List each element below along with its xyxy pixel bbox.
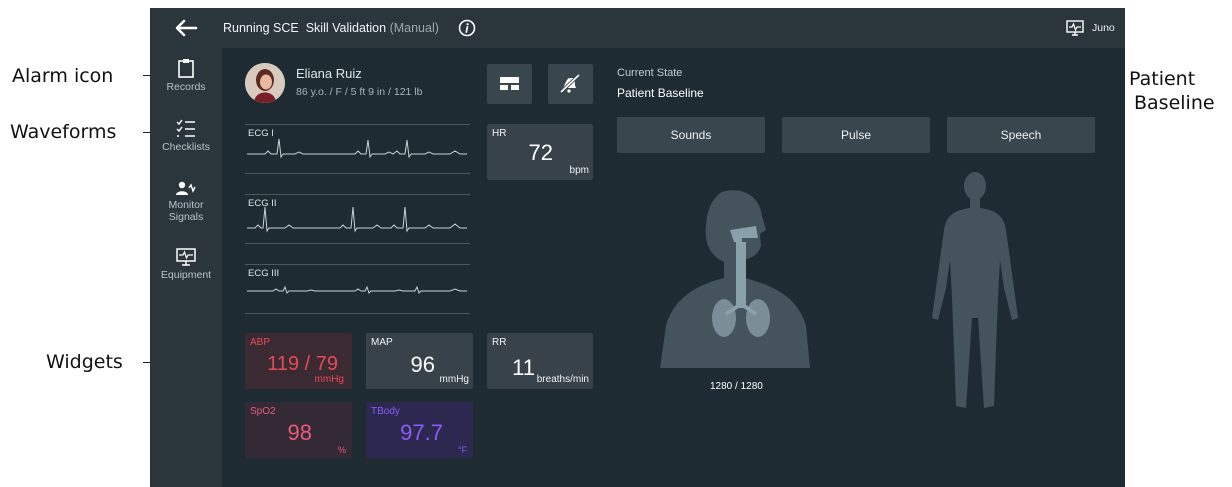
breadcrumb: Running SCE Skill Validation (Manual) xyxy=(223,21,439,35)
scenario-run-title: Running SCE xyxy=(223,21,299,35)
alarm-off-icon xyxy=(559,73,581,94)
sidebar-item-monitor-signals[interactable]: Monitor Signals xyxy=(150,180,222,223)
tbody-widget[interactable]: TBody 97.7 °F xyxy=(366,402,473,458)
sidebar-item-checklists[interactable]: Checklists xyxy=(150,118,222,153)
checklist-icon xyxy=(176,119,195,137)
widget-unit: mmHg xyxy=(439,374,469,385)
callout-waveforms: Waveforms xyxy=(10,121,117,143)
callout-widgets: Widgets xyxy=(46,351,123,373)
widget-value: 72 xyxy=(528,140,553,165)
map-widget[interactable]: MAP 96 mmHg xyxy=(366,333,473,389)
widget-value: 96 xyxy=(410,352,435,377)
waveform-ecg-1: ECG I xyxy=(245,124,470,174)
widget-value: 97.7 xyxy=(400,420,443,445)
sidebar-item-equipment[interactable]: Equipment xyxy=(150,248,222,281)
equipment-icon xyxy=(176,248,196,266)
arrow-left-icon[interactable] xyxy=(172,16,200,40)
spo2-widget[interactable]: SpO2 98 % xyxy=(245,402,352,458)
callout-patient-baseline-2: Baseline xyxy=(1134,92,1215,114)
current-state-label: Current State xyxy=(617,67,683,79)
annotated-screenshot: Alarm icon Waveforms Widgets Patient Bas… xyxy=(0,0,1232,487)
rr-widget[interactable]: RR 11 breaths/min xyxy=(487,333,593,389)
hr-widget[interactable]: HR 72 bpm xyxy=(487,124,593,180)
body-diagram[interactable] xyxy=(930,168,1020,413)
sidebar-item-records[interactable]: Records xyxy=(150,58,222,93)
widget-unit: breaths/min xyxy=(536,374,589,385)
airway-reading: 1280 / 1280 xyxy=(710,381,763,392)
avatar xyxy=(245,63,285,103)
alarm-button[interactable] xyxy=(548,64,593,104)
sidebar-item-label: Monitor Signals xyxy=(168,199,204,223)
waveform-ecg-3: ECG III xyxy=(245,264,470,314)
widget-label: ABP xyxy=(250,337,271,348)
waveform-ecg-2: ECG II xyxy=(245,194,470,244)
tab-pulse[interactable]: Pulse xyxy=(782,117,930,153)
airway-diagram[interactable] xyxy=(660,186,810,368)
app-screen: Running SCE Skill Validation (Manual) Ju… xyxy=(150,8,1125,487)
sidebar-item-label: Equipment xyxy=(160,269,212,281)
sidebar: Records Checklists Monitor Signals Equip… xyxy=(150,48,222,487)
widget-unit: bpm xyxy=(569,165,589,176)
top-bar: Running SCE Skill Validation (Manual) Ju… xyxy=(150,8,1125,48)
layout-button[interactable] xyxy=(487,64,532,104)
tab-speech[interactable]: Speech xyxy=(947,117,1095,153)
widget-label: HR xyxy=(492,128,507,139)
callout-alarm-icon: Alarm icon xyxy=(12,65,114,87)
scenario-mode: (Manual) xyxy=(389,21,439,35)
user-name[interactable]: Juno xyxy=(1092,22,1115,34)
sidebar-item-label: Records xyxy=(166,81,206,93)
widget-unit: mmHg xyxy=(314,374,344,385)
widget-label: TBody xyxy=(371,406,400,417)
widget-unit: % xyxy=(337,445,346,455)
widget-value: 119 / 79 xyxy=(267,353,338,375)
tab-sounds[interactable]: Sounds xyxy=(617,117,765,153)
scenario-name: Skill Validation xyxy=(305,21,387,35)
callout-patient-baseline-1: Patient xyxy=(1129,68,1196,90)
layout-icon xyxy=(500,77,519,90)
patient-details: 86 y.o. / F / 5 ft 9 in / 121 lb xyxy=(296,86,423,98)
widget-value: 11 xyxy=(512,355,535,380)
widget-label: MAP xyxy=(371,337,393,348)
current-state-value: Patient Baseline xyxy=(617,86,704,100)
widget-label: SpO2 xyxy=(250,406,276,417)
monitor-icon[interactable] xyxy=(1066,20,1084,36)
sidebar-item-label: Checklists xyxy=(162,141,210,153)
monitor-signals-icon xyxy=(176,181,196,195)
info-icon[interactable] xyxy=(458,19,476,37)
widget-unit: °F xyxy=(457,445,467,455)
clipboard-icon xyxy=(178,59,194,78)
abp-widget[interactable]: ABP 119 / 79 mmHg xyxy=(245,333,352,389)
patient-name: Eliana Ruiz xyxy=(296,66,362,81)
widget-value: 98 xyxy=(287,420,312,445)
widget-label: RR xyxy=(492,337,507,348)
